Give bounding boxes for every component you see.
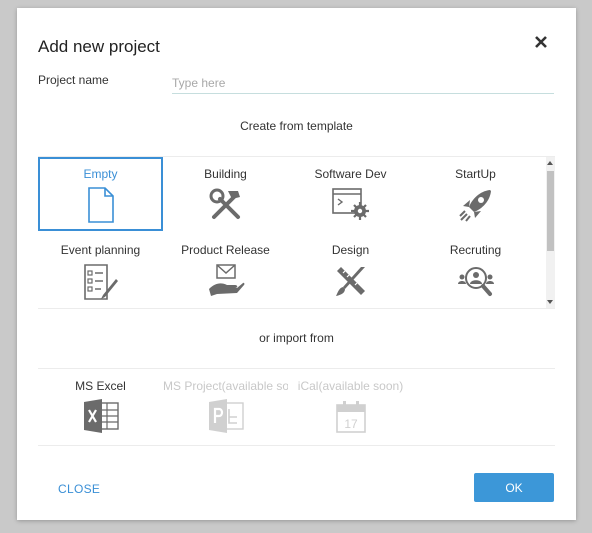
rocket-icon: [458, 190, 491, 222]
scroll-thumb[interactable]: [547, 171, 554, 251]
template-label: Product Release: [181, 243, 270, 257]
template-software-dev[interactable]: Software Dev: [288, 157, 413, 231]
import-heading: or import from: [259, 331, 334, 345]
template-label: Recruting: [449, 243, 502, 257]
import-ms-excel[interactable]: MS Excel: [38, 369, 163, 445]
template-label: StartUp: [455, 167, 496, 181]
hammer-wrench-icon: [209, 188, 240, 219]
template-heading: Create from template: [240, 119, 353, 133]
add-project-dialog: Add new project Project name Create from…: [17, 8, 576, 520]
template-label: Event planning: [60, 243, 141, 257]
import-label: MS Project(available soon): [163, 379, 288, 393]
import-ical: iCal(available soon) 17: [288, 369, 413, 445]
template-design[interactable]: Design: [288, 233, 413, 307]
ok-button[interactable]: OK: [474, 473, 554, 502]
blank-document-icon: [87, 187, 114, 223]
template-event-planning[interactable]: Event planning: [38, 233, 163, 307]
template-product-release[interactable]: Product Release: [163, 233, 288, 307]
template-label: Empty: [83, 167, 118, 181]
scroll-down-arrow-icon[interactable]: [547, 300, 553, 304]
template-label: Design: [331, 243, 370, 257]
import-label: iCal(available soon): [297, 379, 404, 393]
project-name-input[interactable]: [172, 72, 554, 94]
checklist-pencil-icon: [83, 264, 118, 300]
template-startup[interactable]: StartUp: [413, 157, 538, 231]
envelope-hand-icon: [208, 264, 244, 296]
dialog-title: Add new project: [38, 37, 160, 56]
template-empty[interactable]: Empty: [38, 157, 163, 231]
import-sources: MS Excel MS Project(available soon) iCal…: [38, 368, 555, 446]
template-grid: Empty Building Software Dev StartUp Even…: [38, 156, 555, 309]
calendar-icon: 17: [335, 401, 366, 433]
close-button[interactable]: CLOSE: [58, 482, 100, 496]
template-label: Software Dev: [314, 167, 387, 181]
import-ms-project: MS Project(available soon): [163, 369, 288, 445]
ms-project-icon: [208, 399, 244, 433]
close-icon[interactable]: [532, 33, 550, 51]
template-scrollbar[interactable]: [546, 157, 555, 308]
template-label: Building: [204, 167, 247, 181]
svg-text:17: 17: [344, 417, 358, 431]
import-label: MS Excel: [75, 379, 126, 393]
ruler-brush-icon: [335, 267, 365, 296]
people-magnifier-icon: [457, 267, 494, 296]
excel-icon: [83, 399, 119, 433]
scroll-up-arrow-icon[interactable]: [547, 161, 553, 165]
template-recruting[interactable]: Recruting: [413, 233, 538, 307]
code-window-gear-icon: [331, 188, 369, 220]
project-name-label: Project name: [38, 73, 109, 87]
template-building[interactable]: Building: [163, 157, 288, 231]
